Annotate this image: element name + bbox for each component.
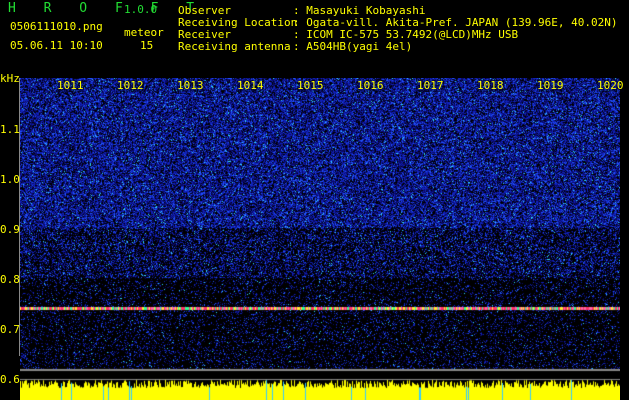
x-tick-label: 1017 xyxy=(417,79,444,92)
meteor-label: meteor xyxy=(124,26,164,39)
x-tick-label: 1018 xyxy=(477,79,504,92)
x-tick-label: 1020 xyxy=(597,79,624,92)
app-version: 1.0.0 xyxy=(124,3,158,16)
y-tick-label: 0.9 xyxy=(0,223,20,236)
y-tick-label: 1.0 xyxy=(0,173,20,186)
x-tick-label: 1011 xyxy=(57,79,84,92)
spectrogram xyxy=(20,78,620,370)
x-tick-label: 1014 xyxy=(237,79,264,92)
y-tick-label: 1.1 xyxy=(0,123,20,136)
antenna-value: A504HB(yagi 4el) xyxy=(306,40,413,53)
antenna-label: Receiving antenna xyxy=(178,40,291,53)
file-name: 0506111010.png xyxy=(10,20,103,33)
signal-level-bars xyxy=(20,370,620,400)
file-datetime: 05.06.11 10:10 xyxy=(10,39,103,52)
meteor-count: 15 xyxy=(140,39,154,52)
x-tick-label: 1016 xyxy=(357,79,384,92)
app-logo: H R O F F T xyxy=(8,1,205,16)
x-tick-label: 1015 xyxy=(297,79,324,92)
y-axis-line xyxy=(19,78,20,356)
y-unit-label: kHz xyxy=(0,72,20,85)
y-tick-label: 0.6 xyxy=(0,373,20,386)
x-tick-label: 1012 xyxy=(117,79,144,92)
y-tick-label: 0.8 xyxy=(0,273,20,286)
y-tick-label: 0.7 xyxy=(0,323,20,336)
x-tick-label: 1013 xyxy=(177,79,204,92)
x-tick-label: 1019 xyxy=(537,79,564,92)
